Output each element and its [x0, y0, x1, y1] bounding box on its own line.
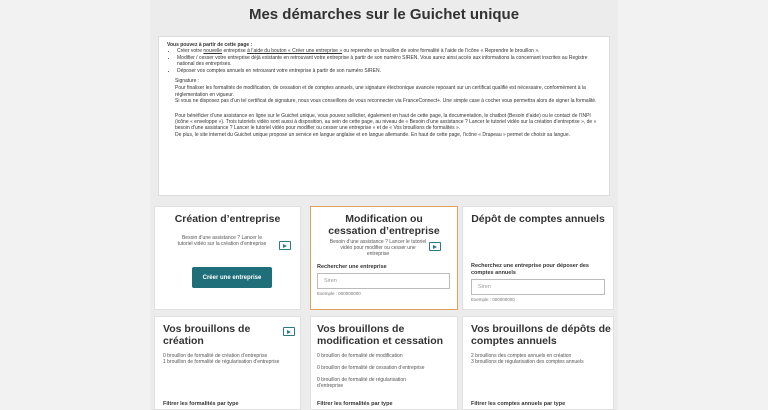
card-drafts-modification: Vos brouillons de modification et cessat… [310, 316, 458, 410]
drafts-regularisation-count: 0 brouillon de formalité de régularisati… [317, 377, 406, 389]
page: Mes démarches sur le Guichet unique Vous… [150, 0, 618, 410]
info-bullet-depot: Déposer vos comptes annuels en retrouvan… [177, 68, 601, 74]
siren-depot-input[interactable]: Siren [471, 279, 605, 295]
card-modification-title: Modification ou cessation d’entreprise [328, 213, 440, 237]
card-depot: Dépôt de comptes annuels Recherchez une … [462, 206, 614, 310]
video-tutorial-icon[interactable] [429, 242, 441, 251]
card-creation-title: Création d’entreprise [174, 213, 281, 225]
assistance-text: Pour bénéficier d’une assistance en lign… [175, 112, 597, 132]
drafts-cessation-count: 0 brouillon de formalité de cessation d’… [317, 365, 425, 371]
language-text: De plus, le site internet du Guichet uni… [175, 131, 570, 138]
signature-title: Signature : [175, 78, 200, 85]
card-drafts-depot-title: Vos brouillons de dépôts de comptes annu… [471, 323, 611, 347]
page-title: Mes démarches sur le Guichet unique [248, 6, 520, 23]
card-modification: Modification ou cessation d’entreprise B… [310, 206, 458, 310]
info-intro: Vous pouvez à partir de cette page : [167, 42, 253, 48]
search-depot-label: Recherchez une entreprise pour déposer d… [471, 263, 589, 276]
card-drafts-creation: Vos brouillons de création 0 brouillon d… [154, 316, 301, 410]
search-company-label: Rechercher une entreprise [317, 264, 387, 270]
info-panel: Vous pouvez à partir de cette page : Cré… [158, 36, 610, 196]
siren-depot-example: Exemple : 000000000 [471, 297, 515, 302]
video-tutorial-icon[interactable] [283, 327, 295, 336]
filter-label: Filtrer les formalités par type [163, 401, 239, 407]
card-creation: Création d’entreprise Besoin d’une assis… [154, 206, 301, 310]
card-drafts-modification-title: Vos brouillons de modification et cessat… [317, 323, 444, 347]
drafts-depot-regularisation-count: 3 brouillons de régularisation des compt… [471, 359, 584, 365]
signature-text-1: Pour finaliser les formalités de modific… [175, 85, 586, 98]
siren-example: Exemple : 000000000 [317, 291, 361, 296]
video-tutorial-icon[interactable] [279, 241, 291, 250]
info-bullet-modification: Modifier / cesser votre entreprise déjà … [177, 55, 601, 68]
signature-text-2: Si vous ne disposez pas d’un tel certifi… [175, 98, 597, 105]
info-bullet-creation: Créer votre nouvelle entreprise à l’aide… [177, 48, 601, 54]
drafts-modification-count: 0 brouillon de formalité de modification [317, 353, 403, 359]
card-drafts-depot: Vos brouillons de dépôts de comptes annu… [462, 316, 614, 410]
modification-help-text: Besoin d’une assistance ? Lancer le tuto… [329, 239, 427, 257]
siren-input[interactable]: Siren [317, 273, 450, 289]
card-depot-title: Dépôt de comptes annuels [471, 213, 605, 225]
filter-label: Filtrer les formalités par type [317, 401, 393, 407]
filter-label: Filtrer les comptes annuels par type [471, 401, 566, 407]
drafts-regularisation-count: 1 brouillon de formalité de régularisati… [163, 359, 280, 365]
card-drafts-creation-title: Vos brouillons de création [163, 323, 251, 347]
create-company-button[interactable]: Créer une entreprise [192, 267, 272, 288]
creation-help-text: Besoin d’une assistance ? Lancer le tuto… [177, 235, 267, 247]
